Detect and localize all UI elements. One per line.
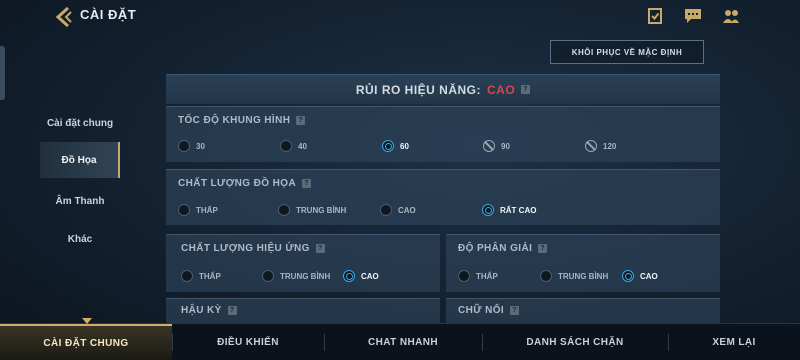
floating-text-title: CHỮ NỔI [458,305,505,316]
graphics-option-very-high[interactable]: RẤT CAO [482,204,536,216]
option-label: TRUNG BÌNH [558,271,609,281]
option-label: 40 [298,141,307,151]
graphics-option-high[interactable]: CAO [380,204,416,216]
radio-button[interactable] [262,270,274,282]
radio-button[interactable] [178,140,190,152]
post-processing-section: HẬU KỲ ? [166,298,440,324]
sidebar-item-other[interactable]: Khác [40,221,120,257]
fps-option-60[interactable]: 60 [382,140,409,152]
fps-option-90: 90 [483,140,510,152]
fps-option-40[interactable]: 40 [280,140,307,152]
help-icon[interactable]: ? [521,85,531,94]
option-label: TRUNG BÌNH [280,271,331,281]
radio-button[interactable] [178,204,190,216]
radio-button[interactable] [280,140,292,152]
option-label: 90 [501,141,510,151]
option-label: 30 [196,141,205,151]
graphics-option-medium[interactable]: TRUNG BÌNH [278,204,346,216]
fps-option-120: 120 [585,140,616,152]
option-label: THẤP [199,271,221,281]
radio-button[interactable] [380,204,392,216]
option-label: CAO [398,205,416,215]
option-label: TRUNG BÌNH [296,205,347,215]
chat-icon[interactable] [684,8,702,24]
tab-controls[interactable]: ĐIỀU KHIỂN [172,324,324,360]
tab-general-settings[interactable]: CÀI ĐẶT CHUNG [0,324,172,360]
top-bar: CÀI ĐẶT [0,0,800,34]
tab-quick-chat[interactable]: CHAT NHANH [324,324,482,360]
effects-option-low[interactable]: THẤP [181,270,221,282]
option-label: THẤP [476,271,498,281]
resolution-option-high[interactable]: CAO [622,270,658,282]
left-edge-tab [0,46,5,100]
active-tab-arrow-icon [82,318,92,324]
resolution-title: ĐỘ PHÂN GIẢI [458,243,533,254]
page-title: CÀI ĐẶT [80,7,137,22]
option-label: 60 [400,141,409,151]
help-icon[interactable]: ? [296,116,306,125]
radio-button-selected[interactable] [622,270,634,282]
sidebar-item-graphics[interactable]: Đồ Họa [40,142,120,178]
risk-label: RỦI RO HIỆU NĂNG: [355,82,481,97]
help-icon[interactable]: ? [302,179,312,188]
post-processing-title: HẬU KỲ [181,305,222,316]
friends-icon[interactable] [722,8,740,24]
resolution-option-low[interactable]: THẤP [458,270,498,282]
risk-value: CAO [487,82,516,97]
help-icon[interactable]: ? [538,244,548,253]
effects-option-medium[interactable]: TRUNG BÌNH [262,270,330,282]
graphics-settings-panel: RỦI RO HIỆU NĂNG: CAO ? TỐC ĐỘ KHUNG HÌN… [166,74,720,324]
graphics-option-low[interactable]: THẤP [178,204,218,216]
sidebar-item-general[interactable]: Cài đặt chung [40,105,120,141]
radio-button-selected[interactable] [343,270,355,282]
radio-button[interactable] [278,204,290,216]
radio-button-selected[interactable] [382,140,394,152]
effects-option-high[interactable]: CAO [343,270,379,282]
effects-quality-section: CHẤT LƯỢNG HIỆU ỨNG ? THẤP TRUNG BÌNH CA… [166,234,440,292]
checklist-icon[interactable] [646,8,664,24]
floating-text-section: CHỮ NỔI ? [446,298,720,324]
option-label: 120 [603,141,617,151]
radio-button-selected[interactable] [482,204,494,216]
option-label: RẤT CAO [500,205,537,215]
resolution-section: ĐỘ PHÂN GIẢI ? THẤP TRUNG BÌNH CAO [446,234,720,292]
sidebar-item-sound[interactable]: Âm Thanh [40,183,120,219]
help-icon[interactable]: ? [227,306,237,315]
back-chevron-icon[interactable] [54,6,74,28]
graphics-quality-title: CHẤT LƯỢNG ĐỒ HỌA [178,178,297,189]
radio-button[interactable] [181,270,193,282]
resolution-option-medium[interactable]: TRUNG BÌNH [540,270,608,282]
tab-replay[interactable]: XEM LẠI [668,324,800,360]
option-label: CAO [640,271,658,281]
help-icon[interactable]: ? [510,306,520,315]
disabled-icon [585,140,597,152]
radio-button[interactable] [540,270,552,282]
tab-block-list[interactable]: DANH SÁCH CHẶN [482,324,668,360]
disabled-icon [483,140,495,152]
bottom-nav: CÀI ĐẶT CHUNG ĐIỀU KHIỂN CHAT NHANH DANH… [0,318,800,360]
graphics-quality-section: CHẤT LƯỢNG ĐỒ HỌA ? THẤP TRUNG BÌNH CAO … [166,169,720,225]
frame-rate-title: TỐC ĐỘ KHUNG HÌNH [178,115,291,126]
fps-option-30[interactable]: 30 [178,140,205,152]
radio-button[interactable] [458,270,470,282]
performance-risk-header: RỦI RO HIỆU NĂNG: CAO ? [166,74,720,104]
option-label: CAO [361,271,379,281]
help-icon[interactable]: ? [315,244,325,253]
reset-defaults-button[interactable]: KHÔI PHỤC VỀ MẶC ĐỊNH [550,40,704,64]
frame-rate-section: TỐC ĐỘ KHUNG HÌNH ? 30 40 60 90 120 [166,106,720,162]
effects-quality-title: CHẤT LƯỢNG HIỆU ỨNG [181,243,310,254]
option-label: THẤP [196,205,218,215]
